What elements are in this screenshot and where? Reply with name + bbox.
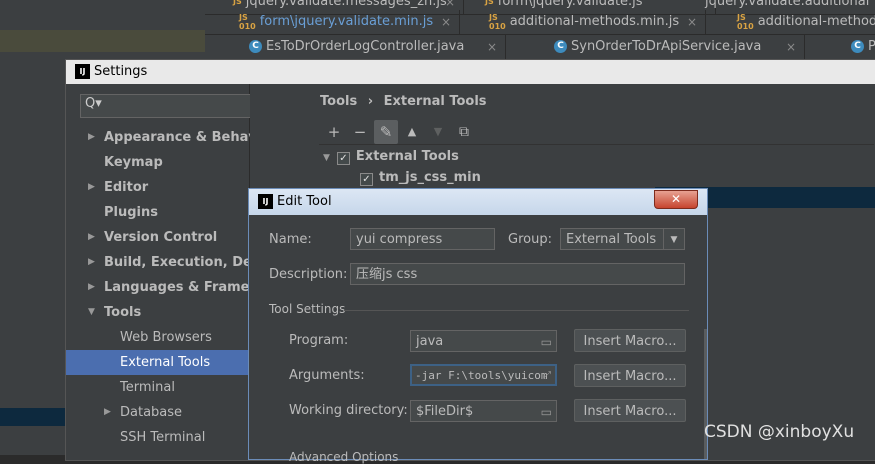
breadcrumb: Tools › External Tools (320, 94, 487, 109)
name-field[interactable]: yui compress (350, 228, 495, 250)
edit-tool-dialog: IJ Edit Tool ✕ Name: yui compress Group: … (248, 188, 708, 464)
settings-title: Settings (94, 64, 148, 79)
program-label: Program: (289, 333, 349, 348)
program-field[interactable]: java ▭ (410, 330, 557, 352)
section-divider (344, 310, 689, 311)
settings-nav-panel: Q▾ ▶ Appearance & Behavior Keymap ▶ Editor… (66, 84, 300, 460)
js-file-icon: JS (233, 0, 242, 6)
nav-keymap[interactable]: Keymap (66, 150, 249, 175)
insert-macro-button[interactable]: Insert Macro... (574, 364, 686, 387)
checkbox-checked[interactable]: ✓ (360, 173, 373, 186)
nav-ssh-terminal[interactable]: SSH Terminal (66, 425, 249, 450)
highlight-stripe (0, 30, 205, 52)
editor-tab[interactable]: C EsToDrOrderLogController.java × (245, 35, 506, 59)
chevron-right-icon: ▶ (88, 257, 95, 267)
edit-icon[interactable]: ✎ (374, 120, 398, 144)
working-directory-label: Working directory: (289, 403, 408, 418)
expand-icon[interactable]: ⤢ (543, 366, 551, 384)
intellij-logo-icon: IJ (75, 64, 90, 79)
java-class-icon: C (851, 40, 864, 53)
close-tab-icon[interactable]: × (786, 35, 796, 59)
nav-plugins[interactable]: Plugins (66, 200, 249, 225)
csdn-watermark: CSDN @xinboyXu (704, 422, 855, 442)
working-directory-field[interactable]: $FileDir$ ▭ (410, 400, 557, 422)
editor-tab[interactable]: C SynOrderToDrApiService.java × (550, 35, 805, 59)
chevron-right-icon: ▶ (104, 407, 111, 417)
folder-icon[interactable]: ▭ (541, 401, 552, 421)
nav-languages-frameworks[interactable]: ▶ Languages & Framewor (66, 275, 277, 300)
nav-build-execution[interactable]: ▶ Build, Execution, Deploy (66, 250, 283, 275)
remove-icon[interactable]: − (348, 120, 372, 144)
group-select[interactable]: External Tools ▼ (560, 228, 685, 250)
description-field[interactable]: 压缩js css (350, 263, 685, 285)
nav-database[interactable]: ▶ Database (66, 400, 249, 425)
chevron-down-icon: ▼ (323, 153, 330, 163)
js-file-icon: JS (485, 0, 494, 6)
close-tab-icon[interactable]: × (487, 35, 497, 59)
name-label: Name: (269, 232, 312, 247)
settings-title-bar: IJ Settings (66, 60, 875, 84)
editor-tab-active[interactable]: JS 010 form\jquery.validate.min.js × (235, 10, 460, 34)
close-tab-icon[interactable]: × (441, 10, 451, 34)
chevron-right-icon: ▶ (88, 232, 95, 242)
edit-tool-title-bar: IJ Edit Tool ✕ (249, 189, 707, 215)
folder-icon[interactable]: ▭ (541, 331, 552, 351)
nav-appearance-behavior[interactable]: ▶ Appearance & Behavior (66, 125, 277, 150)
java-class-icon: C (554, 40, 567, 53)
description-label: Description: (269, 267, 348, 282)
nav-web-browsers[interactable]: Web Browsers (66, 325, 249, 350)
arguments-field[interactable]: -jar F:\tools\yuicom ⤢ (410, 364, 557, 386)
group-label: Group: (508, 232, 552, 247)
nav-version-control[interactable]: ▶ Version Control (66, 225, 249, 250)
chevron-down-icon: ▼ (88, 307, 95, 317)
insert-macro-button[interactable]: Insert Macro... (574, 399, 686, 422)
editor-tab[interactable]: JS010additional-methods.js (733, 10, 875, 34)
move-down-icon[interactable]: ▼ (426, 120, 450, 144)
editor-tab[interactable]: JS 010 additional-methods.min.js × (485, 10, 706, 34)
checkbox-checked[interactable]: ✓ (336, 152, 350, 165)
chevron-down-icon[interactable]: ▼ (663, 229, 684, 249)
arguments-label: Arguments: (289, 368, 365, 383)
search-icon: Q▾ (85, 96, 102, 111)
nav-tools[interactable]: ▼ Tools (66, 300, 249, 325)
move-up-icon[interactable]: ▲ (400, 120, 424, 144)
advanced-options-label[interactable]: Advanced Options (289, 450, 398, 464)
dialog-title: Edit Tool (277, 194, 332, 209)
nav-editor[interactable]: ▶ Editor (66, 175, 249, 200)
nav-external-tools[interactable]: External Tools (66, 350, 249, 375)
add-icon[interactable]: + (322, 120, 346, 144)
editor-tab[interactable]: CP (847, 35, 875, 59)
close-button[interactable]: ✕ (654, 190, 698, 209)
js-file-icon: JS 010 (239, 12, 256, 31)
external-tools-toolbar: + − ✎ ▲ ▼ ⧉ (319, 120, 874, 145)
close-tab-icon[interactable]: × (687, 10, 697, 34)
js-file-icon: JS 010 (489, 12, 506, 31)
chevron-right-icon: ▶ (88, 182, 95, 192)
editor-tab-bar: JS jquery.validate.messages_zh.js × JS form… (205, 0, 875, 60)
tree-group-external-tools[interactable]: ▼ ✓ External Tools (323, 146, 459, 167)
js-file-icon: JS 010 (737, 12, 754, 31)
nav-terminal[interactable]: Terminal (66, 375, 249, 400)
copy-icon[interactable]: ⧉ (452, 120, 476, 144)
chevron-right-icon: ▶ (88, 132, 95, 142)
java-class-icon: C (249, 40, 262, 53)
insert-macro-button[interactable]: Insert Macro... (574, 329, 686, 352)
intellij-logo-icon: IJ (258, 194, 273, 209)
chevron-right-icon: ▶ (88, 282, 95, 292)
tree-item-tm-js-css-min[interactable]: ✓ tm_js_css_min (360, 167, 481, 188)
tool-settings-section-label: Tool Settings (269, 302, 346, 316)
